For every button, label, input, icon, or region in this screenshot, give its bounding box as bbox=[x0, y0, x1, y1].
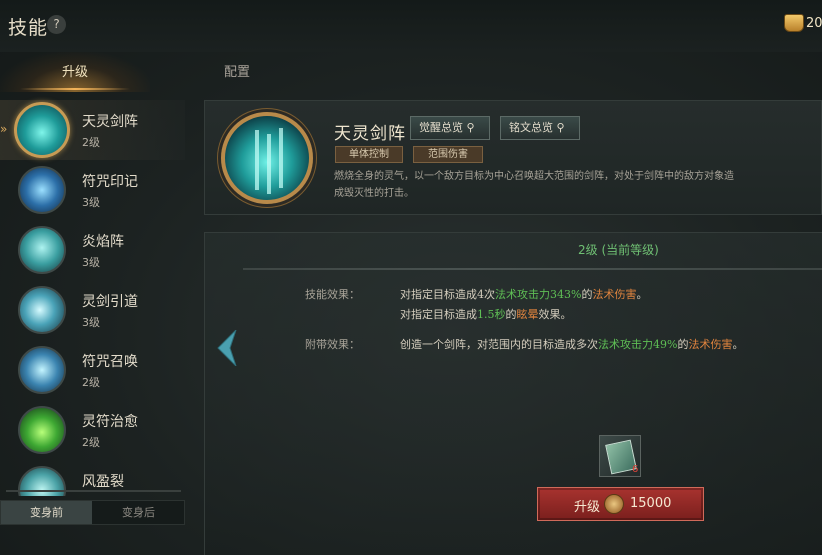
skill-name: 符咒召唤 bbox=[82, 354, 138, 370]
skill-item-yanyan-zhen[interactable]: 炎焰阵 3级 bbox=[0, 220, 185, 280]
skill-title: 天灵剑阵 bbox=[334, 124, 406, 144]
skill-name: 符咒印记 bbox=[82, 174, 138, 190]
effect-text: 效果。 bbox=[538, 308, 572, 321]
spirit-sword-icon bbox=[18, 286, 66, 334]
skill-item-fuzhou-yinji[interactable]: 符咒印记 3级 bbox=[0, 160, 185, 220]
level-detail-panel bbox=[204, 232, 822, 555]
effect-keyword: 法术伤害 bbox=[688, 338, 733, 351]
effect-value: 法术攻击力49% bbox=[598, 338, 678, 351]
rune-overview-button[interactable]: 铭文总览 ⚲ bbox=[500, 116, 580, 140]
current-level-title: 2级 (当前等级) bbox=[578, 243, 659, 257]
effect-text: 的 bbox=[581, 288, 593, 301]
effect-keyword: 法术伤害 bbox=[592, 288, 637, 301]
effect-text: 。 bbox=[636, 288, 648, 301]
summon-beast-icon bbox=[18, 346, 66, 394]
extra-effect-line: 创造一个剑阵，对范围内的目标造成多次法术攻击力49%的法术伤害。 bbox=[400, 336, 743, 352]
toggle-before-transform[interactable]: 变身前 bbox=[1, 501, 92, 524]
page-title: 技能 bbox=[8, 17, 49, 39]
effect-value: 法术攻击力343% bbox=[495, 288, 582, 301]
skill-item-tianling-jianzhen[interactable]: » 天灵剑阵 2级 bbox=[0, 100, 185, 160]
top-bar: 技能 ? 20 bbox=[0, 0, 822, 52]
tab-config[interactable]: 配置 bbox=[162, 52, 312, 92]
previous-level-arrow-icon[interactable] bbox=[216, 330, 238, 366]
effect-label: 技能效果： bbox=[305, 288, 360, 301]
skill-name: 炎焰阵 bbox=[82, 234, 124, 250]
skill-description: 燃烧全身的灵气，以一个敌方目标为中心召唤超大范围的剑阵，对处于剑阵中的敌方对象造… bbox=[334, 168, 754, 202]
skill-level: 2级 bbox=[82, 136, 100, 149]
tab-upgrade[interactable]: 升级 bbox=[0, 52, 150, 92]
description-line: 成毁灭性的打击。 bbox=[334, 188, 414, 199]
skill-level: 3级 bbox=[82, 316, 100, 329]
tag-single-control: 单体控制 bbox=[335, 146, 403, 163]
form-toggle: 变身前 变身后 bbox=[0, 500, 185, 525]
effect-text: 对指定目标造成4次 bbox=[400, 288, 495, 301]
skill-item-lingfu-zhiyu[interactable]: 灵符治愈 2级 bbox=[0, 400, 185, 460]
skill-level: 3级 bbox=[82, 196, 100, 209]
extra-effect-label: 附带效果： bbox=[305, 338, 360, 351]
effect-value: 1.5秒 bbox=[477, 308, 506, 321]
skill-level: 2级 bbox=[82, 376, 100, 389]
skill-item-fuzhou-zhaohuan[interactable]: 符咒召唤 2级 bbox=[0, 340, 185, 400]
list-divider bbox=[6, 490, 181, 492]
effect-text: 的 bbox=[505, 308, 517, 321]
coin-icon bbox=[604, 494, 624, 514]
flame-array-icon bbox=[18, 226, 66, 274]
skill-list: » 天灵剑阵 2级 符咒印记 3级 炎焰阵 3级 灵剑引道 3级 符咒召唤 2级… bbox=[0, 96, 185, 496]
effect-line: 对指定目标造成4次法术攻击力343%的法术伤害。 bbox=[400, 286, 647, 302]
upgrade-label: 升级 bbox=[574, 500, 601, 515]
tag-area-damage: 范围伤害 bbox=[413, 146, 483, 163]
section-divider bbox=[243, 268, 822, 270]
skill-level: 3级 bbox=[82, 256, 100, 269]
upgrade-cost: 15000 bbox=[630, 496, 672, 511]
effect-text: 。 bbox=[732, 338, 744, 351]
talisman-mark-icon bbox=[18, 166, 66, 214]
skill-name: 灵剑引道 bbox=[82, 294, 138, 310]
sword-array-icon bbox=[14, 102, 70, 158]
help-icon[interactable]: ? bbox=[47, 15, 66, 34]
tab-bar: 升级 配置 bbox=[0, 52, 822, 92]
selected-chevron-icon: » bbox=[0, 122, 8, 136]
search-icon: ⚲ bbox=[556, 121, 565, 134]
search-icon: ⚲ bbox=[466, 121, 475, 134]
gold-ingot-icon bbox=[784, 14, 804, 32]
skill-name: 风盈裂 bbox=[82, 474, 124, 490]
currency-amount: 20 bbox=[806, 16, 822, 31]
effect-text: 对指定目标造成 bbox=[400, 308, 477, 321]
skill-level: 2级 bbox=[82, 436, 100, 449]
awaken-overview-label: 觉醒总览 bbox=[419, 121, 463, 134]
toggle-after-transform[interactable]: 变身后 bbox=[93, 501, 184, 524]
sword-array-large-icon bbox=[221, 112, 313, 204]
skill-name: 灵符治愈 bbox=[82, 414, 138, 430]
skill-name: 天灵剑阵 bbox=[82, 114, 138, 130]
item-count: 6 bbox=[632, 464, 639, 475]
description-line: 燃烧全身的灵气，以一个敌方目标为中心召唤超大范围的剑阵，对处于剑阵中的敌方对象造 bbox=[334, 171, 734, 182]
healing-talisman-icon bbox=[18, 406, 66, 454]
skill-item-lingjian-yindao[interactable]: 灵剑引道 3级 bbox=[0, 280, 185, 340]
rune-overview-label: 铭文总览 bbox=[509, 121, 553, 134]
effect-keyword: 眩晕 bbox=[516, 308, 539, 321]
effect-text: 创造一个剑阵，对范围内的目标造成多次 bbox=[400, 338, 598, 351]
effect-line: 对指定目标造成1.5秒的眩晕效果。 bbox=[400, 306, 572, 322]
effect-text: 的 bbox=[677, 338, 689, 351]
awaken-overview-button[interactable]: 觉醒总览 ⚲ bbox=[410, 116, 490, 140]
